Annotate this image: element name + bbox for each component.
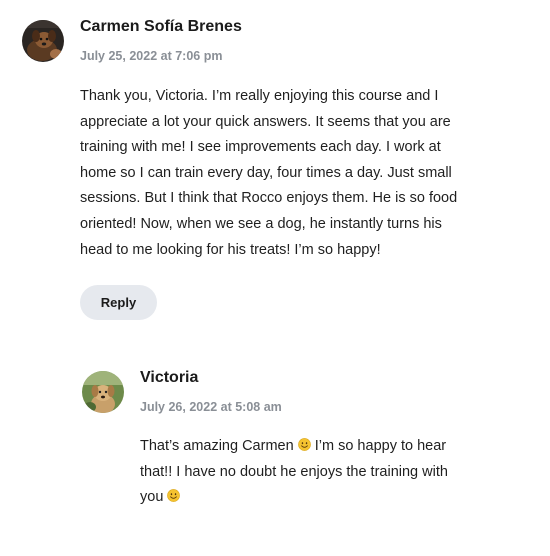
comment-date[interactable]: July 25, 2022 at 7:06 pm	[80, 48, 242, 64]
comment-text-segment: you	[140, 489, 164, 506]
comment-body: Thank you, Victoria. I’m really enjoying…	[80, 84, 457, 263]
avatar[interactable]	[22, 20, 64, 62]
comment-text-line: oriented! Now, when we see a dog, he ins…	[80, 215, 442, 232]
comment-text-line: you	[140, 485, 448, 511]
comment-text-line: home so I can train every day, four time…	[80, 164, 452, 181]
comment-text-line: Thank you, Victoria. I’m really enjoying…	[80, 88, 439, 104]
smiling-face-emoji-icon	[297, 438, 311, 451]
comment-body: That’s amazing Carmen I’m so happy to he…	[140, 434, 448, 511]
reply-button[interactable]: Reply	[80, 285, 157, 320]
smiling-face-emoji-icon	[167, 489, 181, 503]
comment-text-line: That’s amazing Carmen I’m so happy to he…	[140, 434, 448, 460]
avatar-dog-photo-icon	[22, 20, 64, 62]
comment-text-segment: That’s amazing Carmen	[140, 438, 294, 454]
comment-text-line: sessions. But I think that Rocco enjoys …	[80, 190, 458, 207]
comment-author: Victoria	[140, 369, 199, 386]
comment-text-line: head to me looking for his treats! I’m s…	[80, 241, 381, 258]
comment-text-segment: I’m so happy to hear	[314, 438, 447, 454]
comment-text-line: appreciate a lot your quick answers. It …	[80, 113, 451, 130]
comment-text-line: that!! I have no doubt he enjoys the tra…	[140, 463, 448, 480]
avatar-dog-outdoor-photo-icon	[82, 371, 124, 413]
comment-meta: Carmen Sofía Brenes July 25, 2022 at 7:0…	[80, 16, 242, 64]
avatar[interactable]	[82, 371, 124, 413]
comment-meta: Victoria July 26, 2022 at 5:08 am	[140, 367, 282, 415]
comment-text-line: training with me! I see improvements eac…	[80, 139, 441, 156]
comment-author: Carmen Sofía Brenes	[80, 18, 242, 35]
comment-date[interactable]: July 26, 2022 at 5:08 am	[140, 399, 282, 415]
